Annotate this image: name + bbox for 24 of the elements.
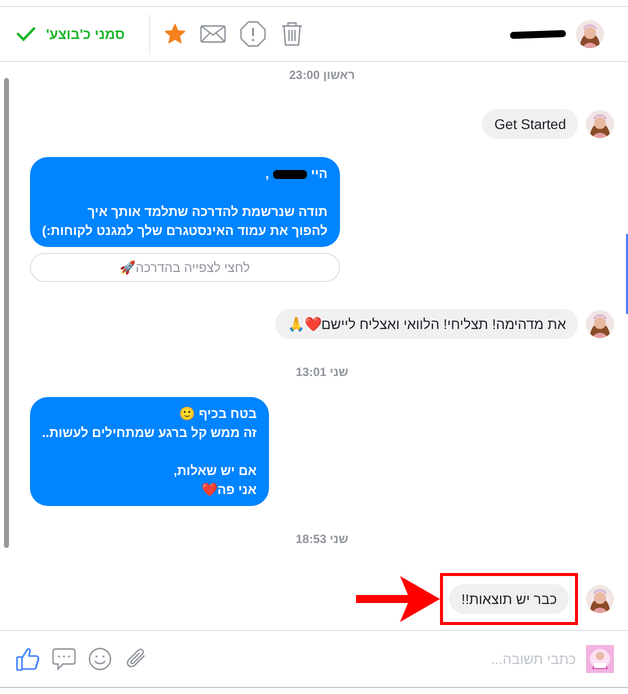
scrollbar[interactable] xyxy=(4,78,9,548)
report-icon[interactable] xyxy=(240,21,266,47)
avatar xyxy=(586,585,614,613)
star-icon[interactable] xyxy=(164,23,186,45)
chat-icon[interactable] xyxy=(52,647,76,671)
envelope-icon[interactable] xyxy=(200,25,226,43)
message-bubble: Get Started xyxy=(482,109,578,139)
emoji-icon[interactable] xyxy=(88,647,112,671)
trash-icon[interactable] xyxy=(280,21,304,47)
avatar xyxy=(586,110,614,138)
message-bubble: כבר יש תוצאות!! xyxy=(449,584,569,614)
check-icon xyxy=(16,26,36,42)
mark-done-button[interactable]: סמני כ'בוצע' xyxy=(10,22,131,46)
reply-field[interactable]: כתבי תשובה... xyxy=(158,644,576,674)
timestamp: שני 18:53 xyxy=(296,532,348,546)
message-bubble: היי , תודה שנרשמת להדרכה שתלמד אותך איך להפוך את עמוד האינסטגרם שלך למגנט לקוחות:) xyxy=(30,157,340,247)
quick-reply-button[interactable]: לחצי לצפייה בהדרכה🚀 xyxy=(30,253,340,282)
timestamp: שני 13:01 xyxy=(296,365,348,379)
avatar xyxy=(586,310,614,338)
thumbs-up-icon[interactable] xyxy=(16,647,40,671)
timestamp: ראשון 23:00 xyxy=(289,68,355,82)
avatar xyxy=(576,20,604,48)
message-bubble: את מדהימה! תצליחי! הלוואי ואצליח ליישם❤🙏 xyxy=(275,309,578,339)
message-bubble: בטח בכיף 🙂 זה ממש קל ברגע שמתחילים לעשות.. אם יש שאלות, אני פה❤ xyxy=(30,397,269,506)
